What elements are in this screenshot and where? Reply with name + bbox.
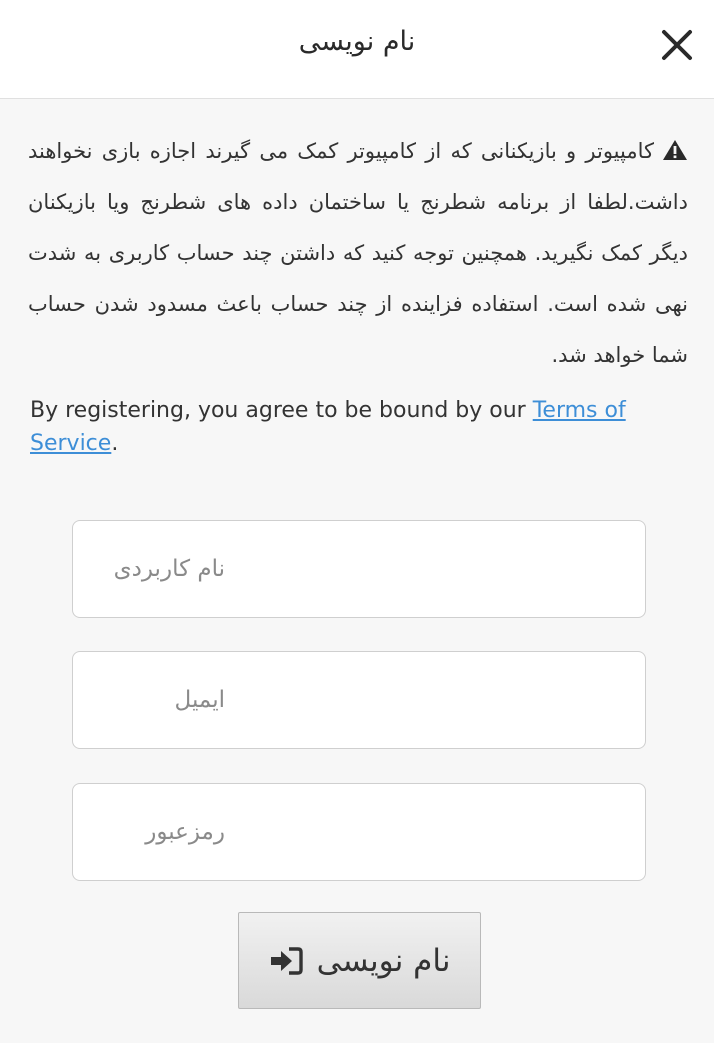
dialog-title: نام نویسی (298, 26, 416, 57)
warning-text: کامپیوتر و بازیکنانی که از کامپیوتر کمک … (28, 139, 688, 367)
register-button[interactable]: نام نویسی (238, 912, 481, 1009)
terms-notice: By registering, you agree to be bound by… (30, 394, 690, 460)
username-field[interactable] (72, 520, 646, 618)
password-field[interactable] (72, 783, 646, 881)
email-field[interactable] (72, 651, 646, 749)
terms-suffix: . (111, 431, 119, 456)
password-input[interactable] (73, 784, 645, 880)
warning-notice: کامپیوتر و بازیکنانی که از کامپیوتر کمک … (28, 126, 688, 381)
username-input[interactable] (73, 521, 645, 617)
close-button[interactable] (656, 24, 698, 66)
register-button-label: نام نویسی (316, 942, 451, 979)
sign-in-icon (270, 946, 303, 975)
warning-triangle-icon (663, 140, 687, 160)
terms-prefix: By registering, you agree to be bound by… (30, 398, 533, 423)
close-icon[interactable] (656, 24, 698, 66)
dialog-header: نام نویسی (0, 0, 714, 99)
email-input[interactable] (73, 652, 645, 748)
